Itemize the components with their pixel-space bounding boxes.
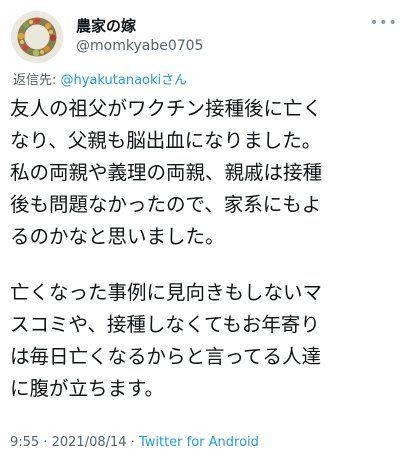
replying-to: 返信先: @hyakutanaokiさん: [13, 69, 187, 88]
tweet-card: 農家の嫁 @momkyabe0705 ••• 返信先: @hyakutanaok…: [0, 0, 404, 463]
more-options-icon[interactable]: •••: [370, 14, 397, 32]
avatar-wreath-image: [11, 11, 63, 63]
tweet-text-paragraph-2: 亡くなった事例に見向きもしないマ スコミや、接種しなくてもお年寄り は毎日亡くな…: [10, 281, 323, 400]
meta-separator-2: ·: [126, 435, 139, 450]
replying-mention-link[interactable]: @hyakutanaokiさん: [61, 73, 188, 88]
meta-separator: ·: [39, 435, 52, 450]
tweet-text-paragraph-1: 友人の祖父がワクチン接種後に亡く なり、父親も脳出血になりました。 私の両親や義…: [10, 97, 323, 248]
tweet-date[interactable]: 2021/08/14: [52, 435, 127, 450]
author-name[interactable]: 農家の嫁: [76, 15, 136, 36]
author-handle[interactable]: @momkyabe0705: [76, 38, 203, 54]
avatar[interactable]: [11, 11, 63, 63]
tweet-source-link[interactable]: Twitter for Android: [139, 435, 259, 450]
tweet-meta: 9:55 · 2021/08/14 · Twitter for Android: [10, 435, 259, 450]
replying-prefix: 返信先:: [13, 73, 61, 88]
tweet-time[interactable]: 9:55: [10, 435, 39, 450]
